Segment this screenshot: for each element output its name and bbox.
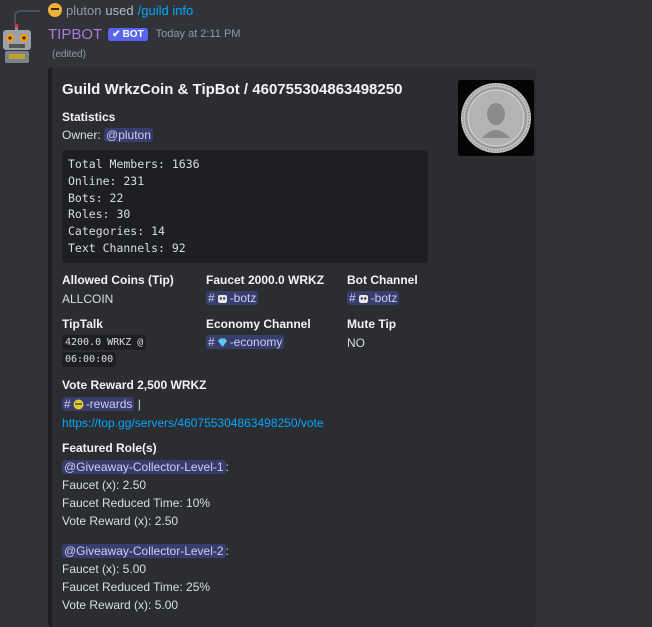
owner-label: Owner: — [62, 128, 101, 142]
embed-title: Guild WrkzCoin & TipBot / 46075530486349… — [62, 81, 403, 98]
role-mention-level-2[interactable]: @Giveaway-Collector-Level-2 — [62, 544, 226, 558]
reply-command[interactable]: /guild info — [138, 3, 194, 18]
guild-info-embed: Guild WrkzCoin & TipBot / 46075530486349… — [48, 67, 536, 627]
owner-line: Owner: @pluton — [62, 128, 153, 142]
coin-thumbnail-image[interactable] — [458, 80, 534, 156]
reply-reference[interactable]: pluton used /guild info — [14, 0, 634, 24]
faucet-channel-name: -botz — [229, 291, 257, 305]
rewards-channel-name: -rewards — [85, 397, 133, 411]
field-allowed-coins-value: ALLCOIN — [62, 292, 114, 306]
field-vote-reward-value: # -rewards | — [62, 397, 141, 411]
message-header: TIPBOT ✔ BOT Today at 2:11 PM — [48, 23, 240, 45]
role-2-faucet: Faucet (x): 5.00 — [62, 562, 147, 576]
faucet-channel-link[interactable]: # -botz — [206, 291, 259, 305]
hash-icon: # — [64, 397, 71, 411]
field-faucet-value: # -botz — [206, 291, 259, 305]
tiptalk-code-interval: 06:00:00 — [62, 352, 117, 367]
reply-used-text: used — [105, 2, 134, 18]
robot-avatar-icon[interactable] — [0, 23, 34, 64]
role-1-vote-reward: Vote Reward (x): 2.50 — [62, 514, 179, 528]
stat-bots: Bots: 22 — [68, 190, 124, 205]
field-bot-channel-name: Bot Channel — [347, 273, 418, 287]
role-colon: : — [225, 460, 229, 474]
economy-channel-name: -economy — [229, 335, 283, 349]
economy-channel-link[interactable]: # -economy — [206, 335, 285, 349]
bot-badge: ✔ BOT — [108, 27, 148, 41]
bot-channel-name: -botz — [370, 291, 398, 305]
stat-roles: Roles: 30 — [68, 207, 131, 222]
field-mute-tip-value: NO — [347, 336, 365, 350]
diamond-icon — [217, 338, 227, 347]
role-colon: : — [225, 544, 229, 558]
field-allowed-coins-name: Allowed Coins (Tip) — [62, 273, 174, 287]
hash-icon: # — [208, 335, 215, 349]
stat-text-channels: Text Channels: 92 — [68, 240, 186, 255]
tiptalk-code-amount: 4200.0 WRKZ @ — [62, 335, 147, 350]
field-economy-name: Economy Channel — [206, 317, 311, 331]
stat-categories: Categories: 14 — [68, 224, 165, 239]
stat-total-members: Total Members: 1636 — [68, 157, 200, 171]
field-vote-reward-name: Vote Reward 2,500 WRKZ — [62, 378, 207, 392]
statistics-codeblock: Total Members: 1636 Online: 231 Bots: 22… — [62, 150, 428, 263]
edited-indicator: (edited) — [52, 49, 86, 60]
message-timestamp[interactable]: Today at 2:11 PM — [156, 28, 241, 40]
role-mention-level-1[interactable]: @Giveaway-Collector-Level-1 — [62, 460, 226, 474]
bot-username[interactable]: TIPBOT — [48, 26, 102, 43]
role-2-vote-reward: Vote Reward (x): 5.00 — [62, 598, 179, 612]
vote-link[interactable]: https://top.gg/servers/46075530486349825… — [62, 416, 324, 430]
robot-face-icon — [358, 294, 368, 303]
reply-username[interactable]: pluton — [66, 3, 101, 18]
role-1-reduced-time: Faucet Reduced Time: 10% — [62, 496, 211, 510]
bot-channel-link[interactable]: # -botz — [347, 291, 400, 305]
featured-role-2: @Giveaway-Collector-Level-2: Faucet (x):… — [62, 542, 229, 614]
verified-check-icon: ✔ — [112, 28, 121, 40]
robot-face-icon — [217, 294, 227, 303]
field-mute-tip-name: Mute Tip — [347, 317, 397, 331]
field-faucet-name: Faucet 2000.0 WRKZ — [206, 273, 325, 287]
reply-spine — [14, 10, 40, 24]
bot-badge-label: BOT — [122, 28, 144, 40]
field-bot-channel-value: # -botz — [347, 291, 400, 305]
featured-role-1: @Giveaway-Collector-Level-1: Faucet (x):… — [62, 458, 229, 530]
role-2-reduced-time: Faucet Reduced Time: 25% — [62, 580, 211, 594]
field-economy-value: # -economy — [206, 335, 285, 349]
role-1-faucet: Faucet (x): 2.50 — [62, 478, 147, 492]
field-tiptalk-value: 4200.0 WRKZ @ 06:00:00 — [62, 334, 162, 368]
reply-user-avatar-icon[interactable] — [48, 3, 62, 17]
hash-icon: # — [349, 291, 356, 305]
rewards-channel-link[interactable]: # -rewards — [62, 397, 135, 411]
hash-icon: # — [208, 291, 215, 305]
statistics-heading: Statistics — [62, 110, 116, 124]
money-face-icon — [73, 399, 84, 409]
field-tiptalk-name: TipTalk — [62, 317, 103, 331]
owner-mention[interactable]: @pluton — [104, 128, 153, 142]
stat-online: Online: 231 — [68, 173, 145, 188]
vote-separator: | — [137, 397, 141, 411]
field-featured-roles-name: Featured Role(s) — [62, 441, 157, 455]
